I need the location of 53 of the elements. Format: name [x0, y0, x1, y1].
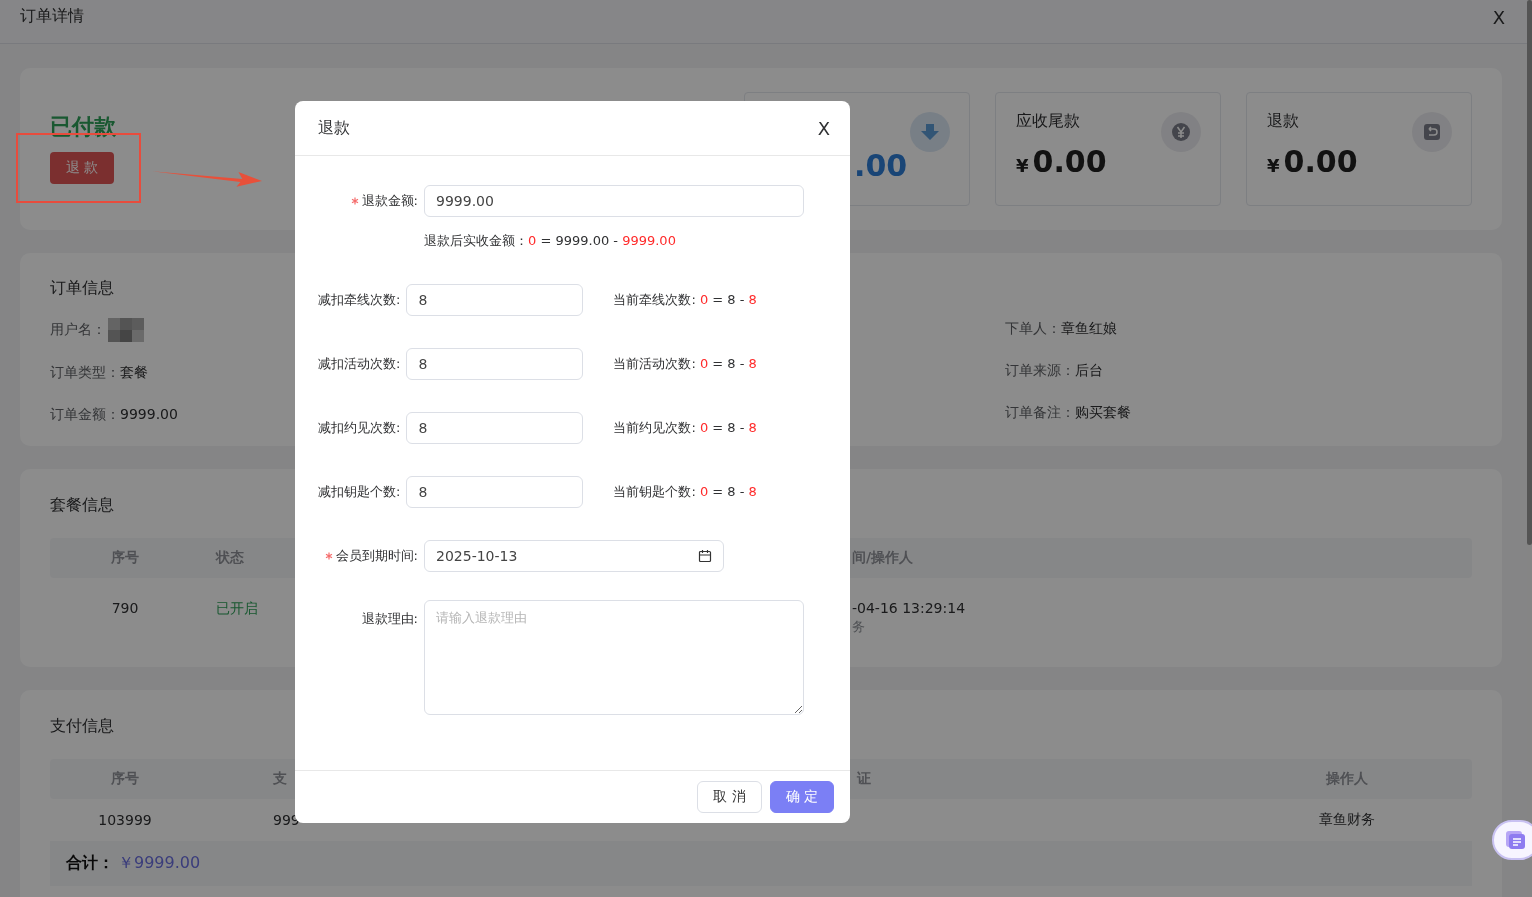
card-title: 应收尾款	[1016, 111, 1081, 131]
download-icon	[910, 112, 950, 152]
scrollbar-thumb[interactable]	[1527, 0, 1532, 545]
dialog-title: 退款	[318, 117, 350, 139]
close-button[interactable]: X	[1492, 7, 1505, 28]
amount-value: ¥0.00	[1016, 145, 1107, 181]
field-label: 减扣活动次数:	[318, 355, 401, 373]
amount-value: ¥0.00	[1267, 145, 1358, 181]
amount-value: .00	[854, 149, 908, 183]
info-field: 订单类型：套餐	[50, 364, 148, 382]
count-formula: 当前牵线次数: 0 = 8 - 8	[613, 291, 757, 309]
refund-formula: 退款后实收金额：0 = 9999.00 - 9999.00	[424, 232, 677, 250]
field-label: 会员到期时间:	[335, 547, 418, 565]
count-input[interactable]: 8	[406, 476, 584, 508]
section-title: 订单信息	[50, 278, 115, 298]
card-title: 退款	[1267, 111, 1300, 131]
table-cell-text: 章鱼财务	[1318, 811, 1376, 829]
section-title: 支付信息	[50, 716, 114, 735]
date-field[interactable]: 2025-10-13	[424, 540, 724, 572]
count-formula: 当前活动次数: 0 = 8 - 8	[613, 355, 757, 373]
total-label: 合计：	[66, 853, 114, 874]
section-title: 套餐信息	[50, 495, 114, 514]
count-input[interactable]: 8	[406, 284, 584, 316]
field-label: 退款金额:	[361, 192, 418, 210]
calendar-icon	[698, 549, 712, 563]
reason-textarea[interactable]: 请输入退款理由	[424, 600, 804, 715]
count-input[interactable]: 8	[406, 412, 584, 444]
field-label: 减扣约见次数:	[318, 419, 401, 437]
table-cell-text: 790	[110, 600, 140, 616]
count-input[interactable]: 8	[406, 348, 584, 380]
close-button[interactable]: X	[817, 117, 830, 139]
page-title: 订单详情	[20, 6, 84, 27]
chat-button[interactable]	[1492, 820, 1532, 860]
count-formula: 当前钥匙个数: 0 = 8 - 8	[613, 483, 757, 501]
field-label: 减扣牵线次数:	[318, 291, 401, 309]
info-field: 用户名：	[50, 321, 106, 339]
yen-icon	[1161, 112, 1201, 152]
table-cell: -04-16 13:29:14	[852, 600, 966, 616]
info-field: 订单来源：后台	[1005, 362, 1103, 380]
chat-icon	[1504, 830, 1526, 850]
amount-input[interactable]: 9999.00	[424, 185, 804, 217]
total-value: ￥9999.00	[118, 853, 201, 874]
table-cell-text: 务	[852, 618, 866, 636]
info-field: 订单金额：9999.00	[50, 406, 178, 424]
info-field: 订单备注：购买套餐	[1005, 404, 1131, 422]
info-field: 下单人：章鱼红娘	[1005, 320, 1117, 338]
table-cell-text: 已开启	[216, 600, 259, 618]
count-formula: 当前约见次数: 0 = 8 - 8	[613, 419, 757, 437]
cancel-button[interactable]: 取 消	[697, 781, 762, 813]
field-label: 减扣钥匙个数:	[318, 483, 401, 501]
table-cell-text: 103999	[97, 812, 153, 828]
field-label: 退款理由:	[361, 610, 418, 628]
return-icon	[1412, 112, 1452, 152]
